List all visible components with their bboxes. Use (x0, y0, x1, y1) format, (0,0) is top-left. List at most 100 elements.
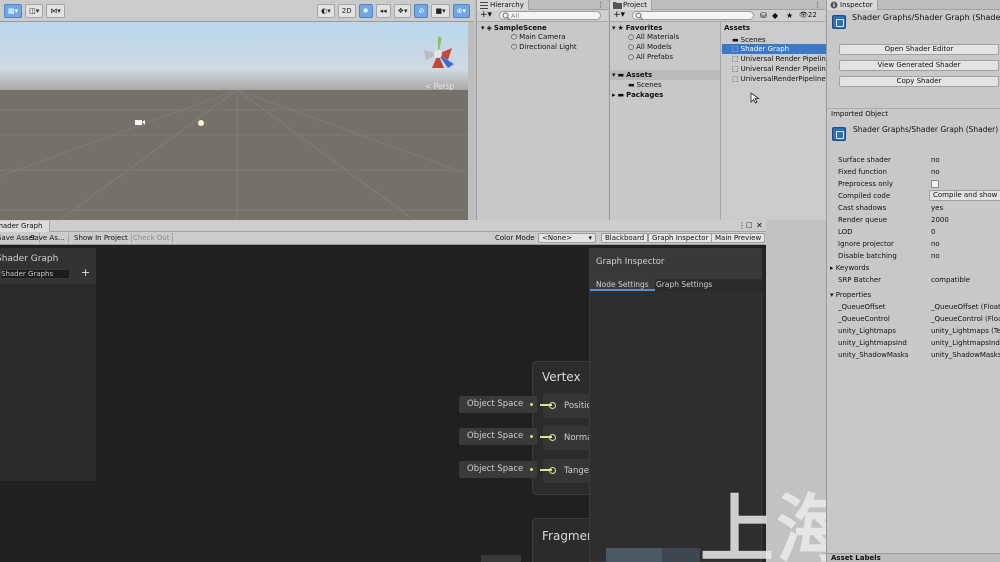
project-toolbar: +▾ ⛁ ◆ ★ 👁22 (610, 10, 825, 22)
keywords-foldout[interactable]: ▸ Keywords (830, 264, 869, 272)
camera-gizmo-icon[interactable] (134, 118, 146, 126)
expand-arrow-icon: ▸ (612, 91, 616, 99)
graph-inspector-toggle[interactable]: Graph Inspector (648, 233, 713, 243)
list-item[interactable]: ▬ Scenes (628, 80, 662, 90)
2d-toggle[interactable]: 2D (337, 3, 356, 18)
hidden-packages-badge[interactable]: 👁22 (799, 10, 817, 21)
copy-shader-button[interactable]: Copy Shader (839, 76, 999, 87)
add-icon[interactable]: +▾ (480, 10, 492, 21)
orientation-gizmo-icon[interactable] (418, 30, 474, 78)
assets-label: Assets (626, 71, 653, 79)
list-item[interactable]: ○ All Models (628, 42, 672, 52)
add-property-icon[interactable]: + (81, 266, 90, 279)
gizmos-button[interactable]: ⊕▾ (452, 3, 470, 18)
lighting-toggle[interactable]: ✹ (358, 3, 373, 18)
light-gizmo-icon[interactable] (196, 118, 206, 128)
asset-file-icon: ⬚ (732, 55, 739, 63)
property-label: _QueueOffset (838, 303, 886, 311)
list-item[interactable]: ⬚ UniversalRenderPipeline (732, 74, 826, 84)
shading-mode-button[interactable]: ◐▾ (317, 3, 335, 18)
tab-inspector[interactable]: Inspector (827, 0, 878, 10)
effects-button[interactable]: ❖▾ (393, 3, 412, 18)
main-preview-area-2[interactable] (662, 548, 700, 562)
search-placeholder: All (511, 12, 520, 20)
kebab-menu-icon[interactable]: ⋮ (738, 220, 746, 231)
expand-arrow-icon: ▾ (481, 24, 485, 32)
expand-arrow-icon: ▾ (612, 24, 616, 32)
blackboard-title: Shader Graph (0, 254, 59, 264)
project-search-input[interactable] (632, 11, 754, 20)
blackboard-path-field[interactable]: Shader Graphs (0, 269, 70, 279)
hidden-objects-toggle[interactable]: ⊘ (414, 3, 429, 18)
list-item[interactable]: ○ All Prefabs (628, 52, 673, 62)
breadcrumb[interactable]: Assets (724, 23, 750, 33)
view-generated-shader-button[interactable]: View Generated Shader (839, 60, 999, 71)
scene-scrollbar[interactable] (468, 22, 474, 220)
scene-root-item[interactable]: ▾ ◈ SampleScene (481, 24, 547, 32)
connection-wire (540, 469, 552, 471)
item-label: All Materials (636, 33, 680, 41)
check-out-button[interactable]: Check Out (130, 233, 174, 243)
item-label: All Prefabs (636, 53, 673, 61)
open-shader-editor-button[interactable]: Open Shader Editor (839, 44, 999, 55)
close-icon[interactable]: ✕ (756, 220, 763, 231)
property-value: unity_Lightmaps (Tex) (931, 327, 1000, 335)
tab-hierarchy[interactable]: Hierarchy (477, 0, 529, 10)
list-item-selected[interactable]: ⬚ Shader Graph (722, 44, 826, 54)
space-dropdown[interactable]: Object Space (459, 396, 537, 413)
prop-srp-batcher-label: SRP Batcher (838, 276, 882, 284)
compile-and-show-code-button[interactable]: Compile and show code (929, 190, 1000, 201)
save-as-button[interactable]: Save As... (27, 233, 69, 243)
assets-folder-item[interactable]: ▾ ▬ Assets (610, 70, 720, 80)
blackboard-panel[interactable]: Shader Graph Shader Graphs + (0, 248, 96, 481)
hierarchy-panel: Hierarchy ⋮ +▾ All ▾ ◈ SampleScene ⬡ Mai… (476, 0, 608, 220)
kebab-menu-icon[interactable]: ⋮ (814, 0, 821, 10)
main-preview-toggle[interactable]: Main Preview (711, 233, 766, 243)
prop-ignore-projector-value: no (931, 240, 940, 248)
unity-logo-icon: ◈ (486, 24, 492, 32)
list-item[interactable]: ○ All Materials (628, 32, 679, 42)
space-dropdown[interactable]: Object Space (459, 461, 537, 478)
gameobject-icon: ⬡ (511, 33, 518, 41)
color-mode-select[interactable]: <None> ▾ (538, 233, 596, 243)
main-preview-area[interactable] (606, 548, 662, 562)
draw-mode-button[interactable]: ▦▾ (4, 3, 23, 18)
connection-wire (540, 436, 552, 438)
folder-icon: ▬ (617, 91, 625, 99)
asset-file-icon: ⬚ (732, 65, 739, 73)
wire-dot-icon (530, 468, 533, 471)
scene-view[interactable]: ▦▾ ◫▾ ⋈▾ ◐▾ 2D ✹ ◂◂ ❖▾ ⊘ ■▾ ⊕▾ < Persp (0, 0, 474, 220)
list-item[interactable]: ⬚ Universal Render Pipeline (732, 64, 826, 74)
tab-shader-graph[interactable]: Shader Graph (0, 221, 50, 232)
favorite-star-icon[interactable]: ★ (786, 10, 793, 21)
hierarchy-search-input[interactable]: All (499, 11, 601, 20)
prop-lod-label: LOD (838, 228, 853, 236)
tab-graph-settings[interactable]: Graph Settings (650, 279, 718, 291)
search-by-type-icon[interactable]: ⛁ (760, 10, 767, 21)
audio-toggle[interactable]: ◂◂ (375, 3, 391, 18)
prop-lod-value: 0 (931, 228, 936, 236)
kebab-menu-icon[interactable]: ⋮ (597, 0, 604, 10)
blackboard-toggle[interactable]: Blackboard (601, 233, 649, 243)
maximize-icon[interactable]: □ (746, 220, 753, 231)
camera-button[interactable]: ■▾ (431, 3, 450, 18)
scene-sky (0, 22, 474, 90)
fragment-port-chip[interactable] (481, 555, 521, 562)
show-in-project-button[interactable]: Show In Project (71, 233, 132, 243)
tab-project[interactable]: Project (610, 0, 652, 10)
projection-label[interactable]: < Persp (425, 82, 454, 91)
list-item[interactable]: ⬚ Universal Render Pipeline (732, 54, 826, 64)
properties-foldout[interactable]: ▾ Properties (830, 291, 871, 299)
list-item[interactable]: ⬡ Directional Light (511, 43, 577, 51)
tab-node-settings[interactable]: Node Settings (590, 279, 655, 291)
space-dropdown[interactable]: Object Space (459, 428, 537, 445)
render-paths-button[interactable]: ◫▾ (25, 3, 44, 18)
mip-maps-button[interactable]: ⋈▾ (46, 3, 65, 18)
shader-graph-window[interactable]: Shader Graph ⋮ □ ✕ Save Asset Save As...… (0, 220, 766, 562)
add-icon[interactable]: +▾ (613, 10, 625, 21)
packages-folder-item[interactable]: ▸ ▬ Packages (612, 90, 663, 100)
preprocess-only-checkbox[interactable] (931, 180, 939, 188)
list-item[interactable]: ⬡ Main Camera (511, 33, 566, 41)
asset-labels-header[interactable]: Asset Labels (827, 553, 1000, 562)
search-by-label-icon[interactable]: ◆ (772, 10, 778, 21)
